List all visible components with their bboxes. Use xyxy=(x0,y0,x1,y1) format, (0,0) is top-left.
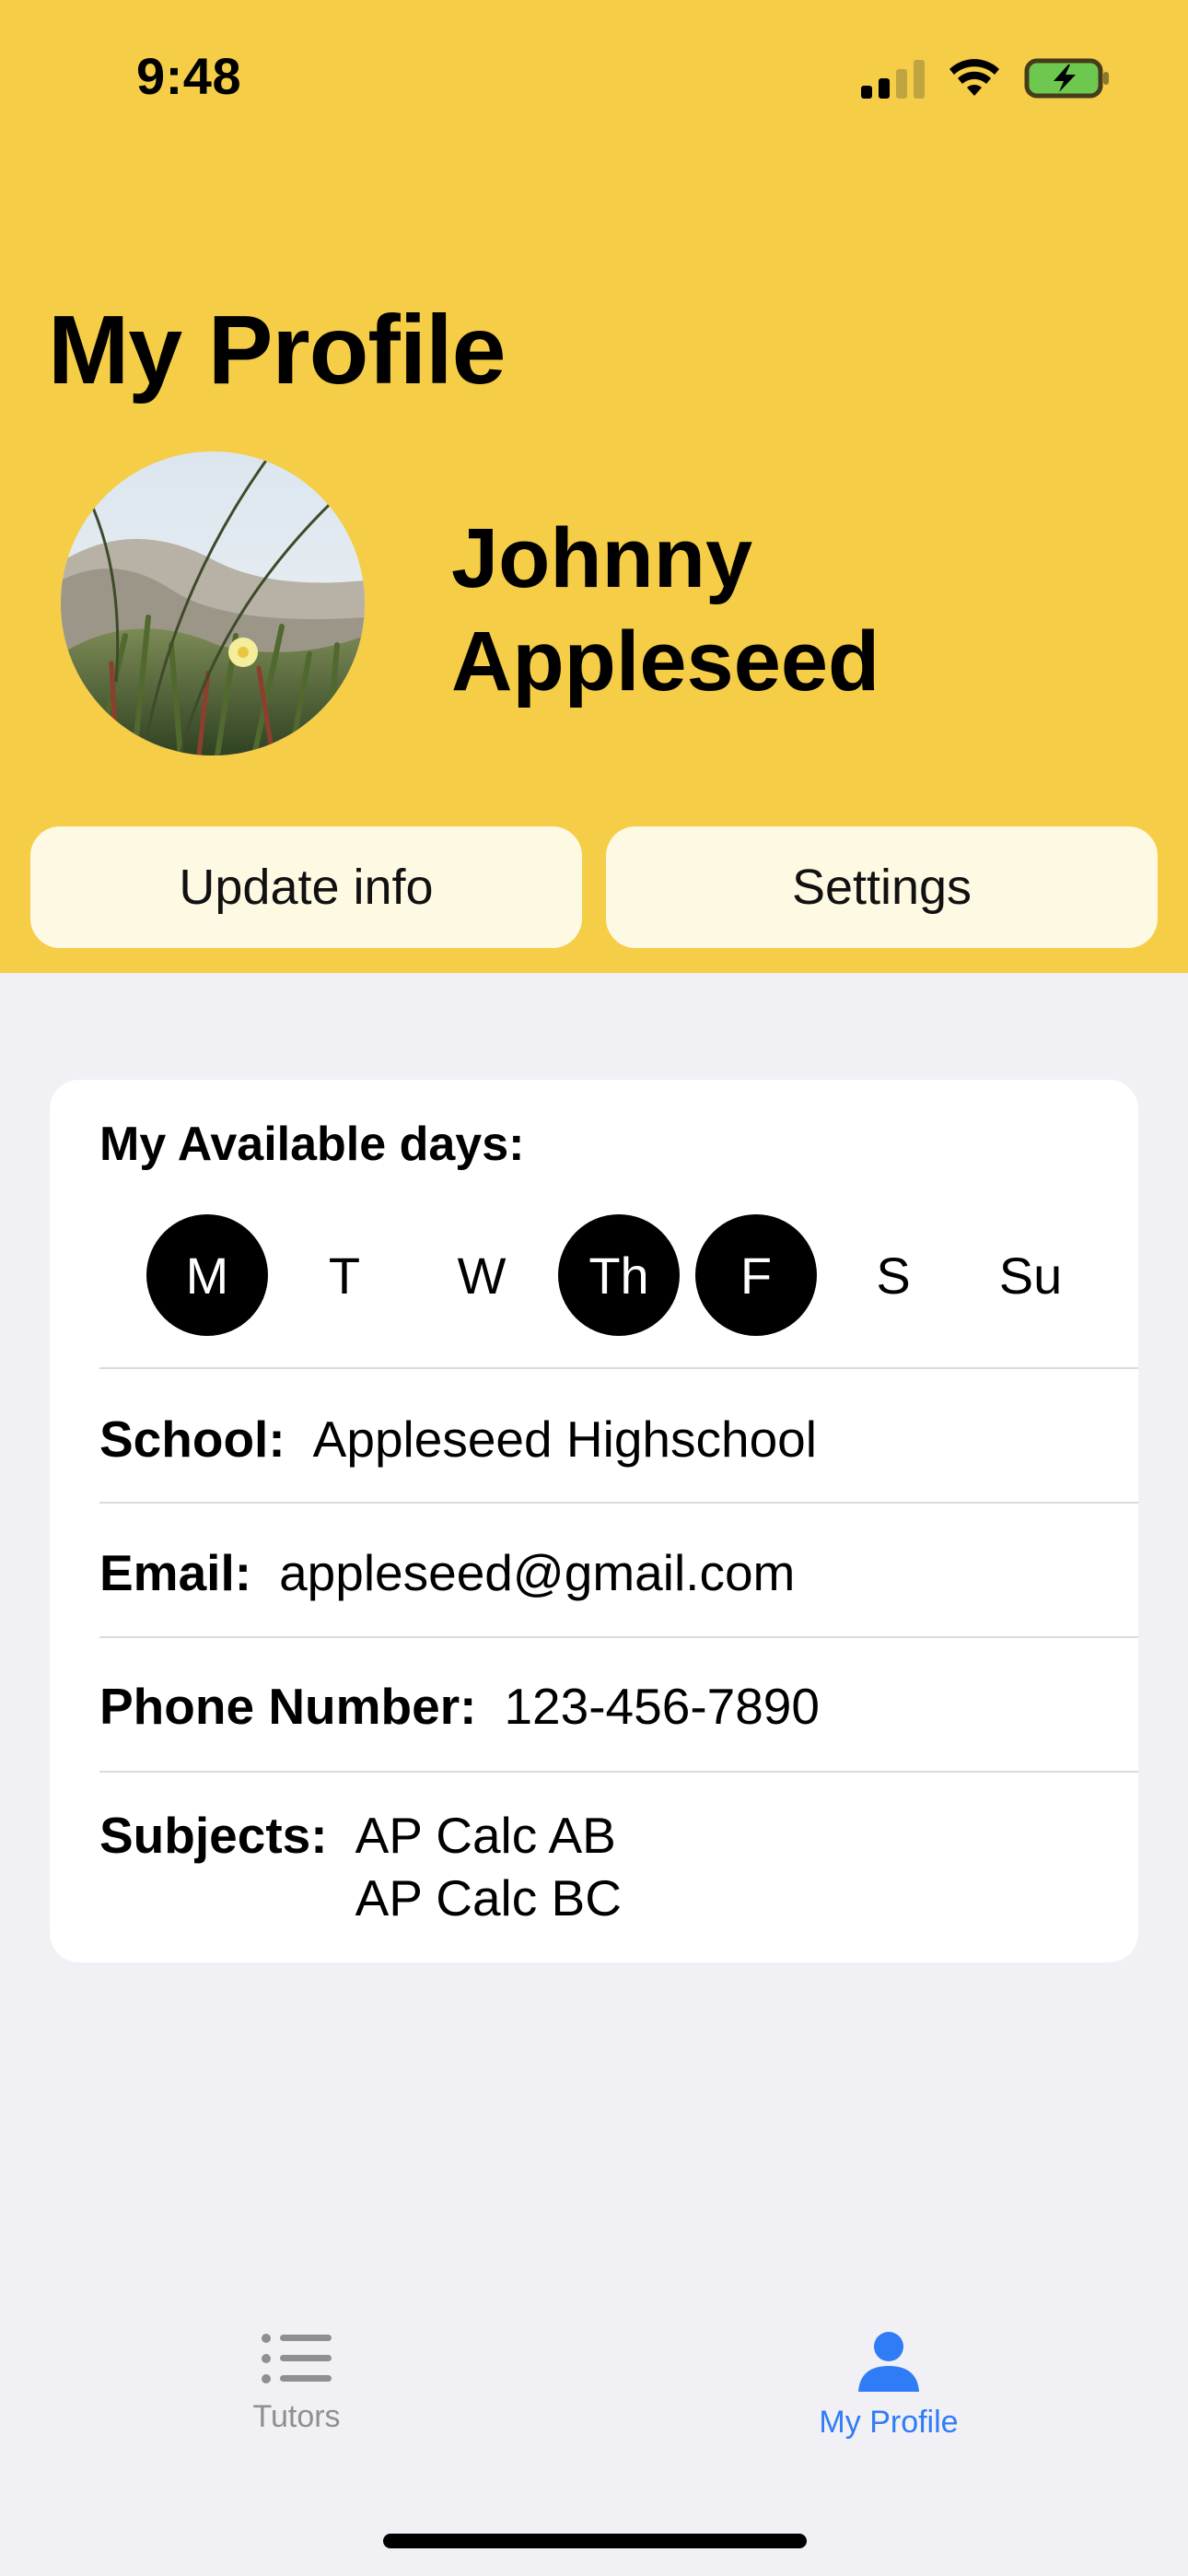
email-value: appleseed@gmail.com xyxy=(279,1544,796,1601)
divider xyxy=(99,1502,1138,1504)
day-toggle-monday[interactable]: M xyxy=(146,1214,268,1336)
subjects-label: Subjects: xyxy=(99,1807,328,1864)
phone-value: 123-456-7890 xyxy=(504,1678,820,1735)
subjects-list: AP Calc AB AP Calc BC xyxy=(355,1804,622,1929)
school-row: School: Appleseed Highschool xyxy=(99,1410,817,1469)
person-icon xyxy=(858,2332,919,2392)
phone-row: Phone Number: 123-456-7890 xyxy=(99,1677,820,1736)
profile-header: 9:48 My Profile Johnny Appleseed Update … xyxy=(0,0,1188,973)
day-toggle-thursday[interactable]: Th xyxy=(558,1214,680,1336)
available-days-label: My Available days: xyxy=(99,1118,525,1171)
subjects-row: Subjects: AP Calc AB AP Calc BC xyxy=(99,1804,622,1929)
tab-tutors[interactable]: Tutors xyxy=(158,2331,435,2435)
user-first-name: Johnny xyxy=(451,511,753,605)
cellular-signal-icon xyxy=(861,58,925,99)
status-time: 9:48 xyxy=(136,47,242,105)
avatar xyxy=(61,451,365,755)
divider xyxy=(99,1367,1138,1369)
user-last-name: Appleseed xyxy=(451,615,880,708)
subject-item: AP Calc BC xyxy=(355,1869,622,1926)
divider xyxy=(99,1771,1138,1773)
wifi-icon xyxy=(949,59,999,96)
status-icons xyxy=(861,57,1111,100)
day-toggle-tuesday[interactable]: T xyxy=(284,1214,405,1336)
subject-item: AP Calc AB xyxy=(355,1807,616,1864)
list-icon xyxy=(262,2334,332,2383)
day-toggle-sunday[interactable]: Su xyxy=(970,1214,1091,1336)
update-info-button[interactable]: Update info xyxy=(30,826,582,948)
day-toggle-wednesday[interactable]: W xyxy=(421,1214,542,1336)
school-value: Appleseed Highschool xyxy=(312,1411,817,1468)
page-title: My Profile xyxy=(48,296,507,404)
settings-button[interactable]: Settings xyxy=(606,826,1158,948)
email-row: Email: appleseed@gmail.com xyxy=(99,1543,795,1602)
home-indicator[interactable] xyxy=(383,2534,807,2548)
user-name: Johnny Appleseed xyxy=(451,507,1133,713)
divider xyxy=(99,1636,1138,1638)
day-toggle-friday[interactable]: F xyxy=(695,1214,817,1336)
tab-my-profile[interactable]: My Profile xyxy=(751,2331,1027,2441)
phone-label: Phone Number: xyxy=(99,1678,477,1735)
tab-tutors-label: Tutors xyxy=(252,2399,341,2434)
battery-charging-icon xyxy=(1024,58,1109,99)
email-label: Email: xyxy=(99,1544,252,1601)
profile-info-card: My Available days: M T W Th F S Su Schoo… xyxy=(50,1080,1138,1962)
school-label: School: xyxy=(99,1411,285,1468)
tab-my-profile-label: My Profile xyxy=(819,2405,959,2440)
day-toggle-saturday[interactable]: S xyxy=(833,1214,954,1336)
